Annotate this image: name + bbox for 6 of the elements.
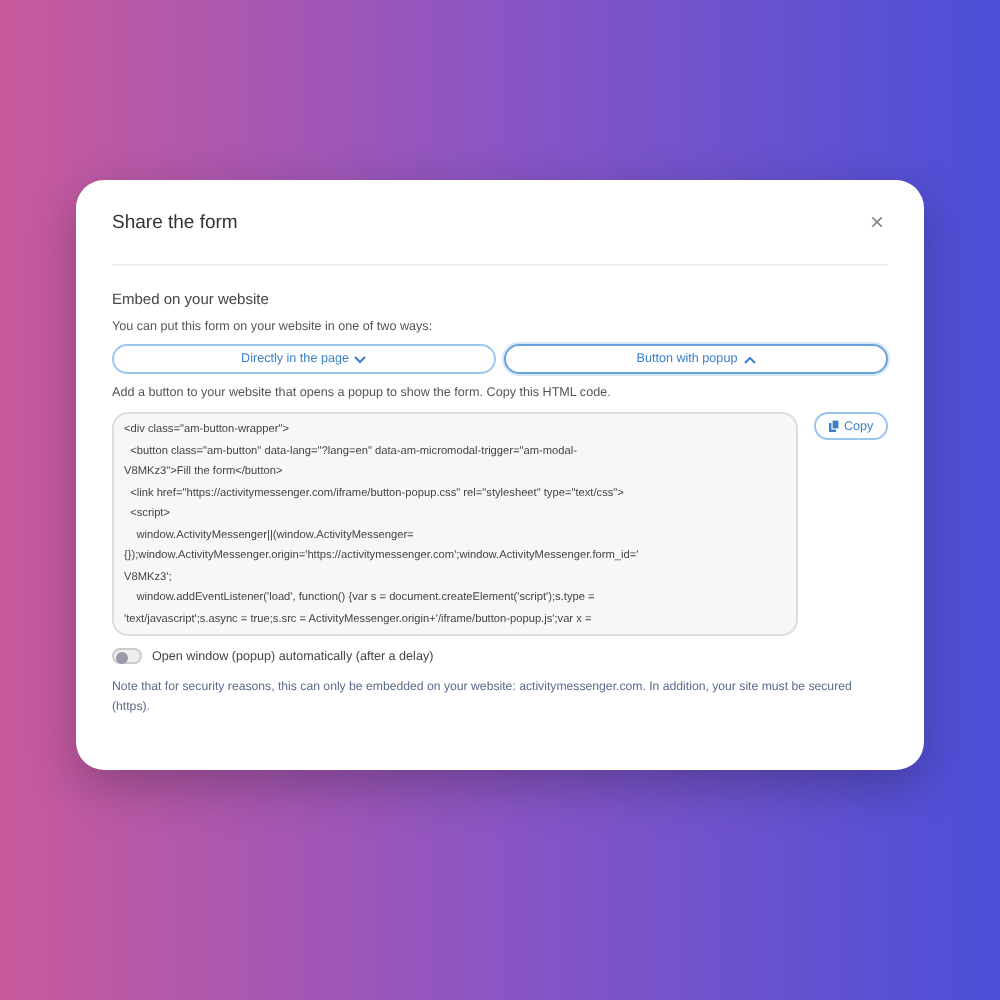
close-button[interactable]: × — [865, 208, 888, 236]
chevron-up-icon — [743, 355, 756, 363]
toggle-switch[interactable] — [112, 648, 142, 664]
copy-icon — [828, 420, 840, 432]
chevron-down-icon — [354, 355, 367, 363]
dialog-title: Share the form — [112, 211, 238, 233]
